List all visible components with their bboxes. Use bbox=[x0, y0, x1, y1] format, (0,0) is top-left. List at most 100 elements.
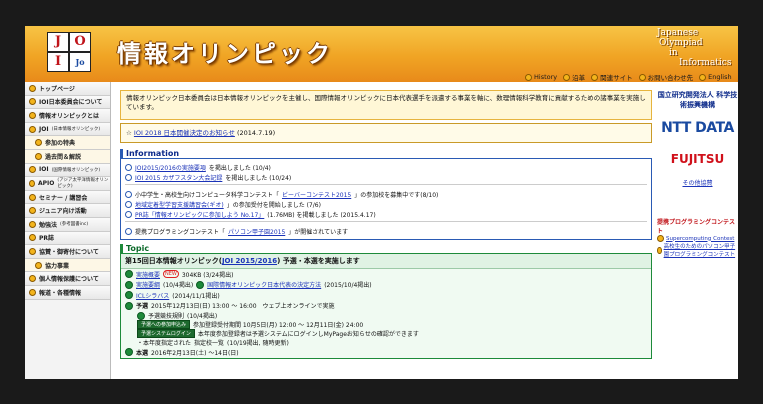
topic-text: 2016年2月13日(土) ～14日(日) bbox=[151, 349, 239, 357]
info-link[interactable]: JOI2015/2016の実施要項 bbox=[135, 163, 206, 172]
sidebar-item-ioi[interactable]: IOI (国際情報オリンピック) bbox=[25, 163, 110, 178]
new-badge: NEW bbox=[163, 270, 179, 279]
sidebar-item-label: 過去問＆解説 bbox=[45, 153, 82, 161]
sidebar-item-study[interactable]: 勉強法 (参考図書inc) bbox=[25, 217, 110, 232]
login-button[interactable]: 予選システムログイン bbox=[137, 329, 195, 338]
bullet-icon bbox=[29, 166, 36, 174]
sidebar-item-apio[interactable]: APIO (アジア太平洋情報オリンピック) bbox=[25, 177, 110, 191]
nav-contact[interactable]: お問い合わせ先 bbox=[638, 72, 694, 82]
sidebar-item-note: (アジア太平洋情報オリンピック) bbox=[57, 178, 109, 190]
sidebar-item-label: 報道・各種情報 bbox=[39, 289, 82, 297]
info-text: 」の参加校を募集中です(8/10) bbox=[354, 191, 439, 199]
info-link[interactable]: パソコン甲子園2015 bbox=[228, 227, 285, 236]
browser-page: J O I Jo 情報オリンピック Japanese Olympiad in I… bbox=[25, 26, 738, 379]
sidebar-item-pr[interactable]: PR誌 bbox=[25, 231, 110, 246]
topic-subitem: ・本年度指定された 指定校一覧 (10/19掲出, 随時更新) bbox=[121, 338, 651, 347]
nav-enkaku[interactable]: 沿革 bbox=[563, 72, 585, 82]
topic-label: 本選 bbox=[136, 349, 149, 357]
intro-text: 情報オリンピック日本委員会は日本情報オリンピックを主催し、国際情報オリンピックに… bbox=[120, 90, 652, 120]
sidebar-item-label: JOI bbox=[39, 125, 49, 133]
bullet-icon bbox=[196, 280, 205, 289]
sidebar-item-benefits[interactable]: 参加の特典 bbox=[25, 136, 110, 150]
sponsor-label: 国立研究開発法人 科学技術振興機構 bbox=[657, 91, 738, 109]
info-link[interactable]: 地域定着型学習支援講習会(ギオ) bbox=[135, 200, 224, 209]
topic-link[interactable]: 実施要綱 bbox=[136, 280, 160, 289]
partner-contest-link[interactable]: Supercomputing Contest bbox=[657, 235, 738, 242]
joi-logo[interactable]: J O I Jo bbox=[47, 32, 99, 76]
logo-letter-i: I bbox=[47, 52, 69, 72]
sidebar-item-note: (参考図書inc) bbox=[60, 222, 89, 228]
sidebar-item-joi[interactable]: JOI (日本情報オリンピック) bbox=[25, 122, 110, 137]
bullet-icon bbox=[29, 179, 35, 187]
topic-label: 予選 bbox=[136, 303, 149, 311]
nav-label: お問い合わせ先 bbox=[647, 74, 694, 82]
sponsor-ntt-data[interactable]: NTT DATA bbox=[657, 120, 738, 136]
topic-text: (10/19掲出, 随時更新) bbox=[227, 340, 289, 347]
bullet-icon bbox=[125, 280, 133, 289]
sponsor-column: 国立研究開発法人 科学技術振興機構 NTT DATA FUJITSU その他協賛… bbox=[657, 90, 738, 258]
topic-text: (2014/11/1掲出) bbox=[172, 292, 220, 300]
news-date: (2014.7.19) bbox=[236, 129, 276, 137]
info-link[interactable]: PR誌「情報オリンピックに参加しよう No.17」 bbox=[135, 210, 264, 219]
topic-text: ・本年度指定された bbox=[137, 340, 192, 347]
info-text: 」が開催されています bbox=[288, 228, 349, 236]
sidebar-item-cooperation[interactable]: 協力事業 bbox=[25, 258, 110, 273]
en-title-line: Japanese bbox=[657, 28, 699, 38]
sponsor-jst[interactable]: 国立研究開発法人 科学技術振興機構 bbox=[657, 90, 738, 110]
sidebar-item-what-is[interactable]: 情報オリンピックとは bbox=[25, 109, 110, 123]
headline-text: ) 予選・本選を実施します bbox=[277, 257, 360, 265]
site-title: 情報オリンピック bbox=[117, 40, 333, 68]
info-link[interactable]: ビーバーコンテスト2015 bbox=[282, 190, 351, 199]
topic-headline: 第15回日本情報オリンピック(JOI 2015/2016) 予選・本選を実施しま… bbox=[121, 254, 651, 269]
partner-contest-link[interactable]: 高校生のためのパソコン甲子園プログラミングコンテスト bbox=[657, 242, 738, 258]
topic-text: (10/4掲出) bbox=[163, 282, 194, 290]
sidebar-item-label: セミナー / 講習会 bbox=[39, 194, 88, 202]
info-item: 提携プログラミングコンテスト「 パソコン甲子園2015 」が開催されています bbox=[125, 226, 647, 236]
bullet-icon bbox=[563, 73, 571, 81]
info-text: (1.76MB) を掲載しました (2015.4.17) bbox=[267, 211, 376, 219]
sponsor-fujitsu[interactable]: FUJITSU bbox=[657, 152, 738, 166]
topic-link[interactable]: 実施概要 bbox=[136, 270, 160, 279]
sidebar-item-press[interactable]: 報道・各種情報 bbox=[25, 285, 110, 300]
topic-text: 2015年12月13日(日) 13:00 ～ 16:00 ウェブ上オンラインで実… bbox=[151, 303, 335, 311]
news-link[interactable]: IOI 2018 日本開催決定のお知らせ bbox=[134, 129, 235, 137]
topic-subitem: 予選システムログイン 本年度参加登録者は予選システムにログインしMyPageお知ら… bbox=[121, 329, 651, 338]
topic-link[interactable]: 指定校一覧 bbox=[194, 338, 224, 347]
bullet-icon bbox=[29, 234, 36, 242]
headline-text: 第15回日本情報オリンピック( bbox=[125, 257, 222, 265]
bullet-icon bbox=[29, 207, 36, 215]
bullet-icon bbox=[29, 288, 36, 296]
sidebar-item-privacy[interactable]: 個人情報保護について bbox=[25, 272, 110, 286]
topic-link[interactable]: 国際情報オリンピック日本代表の決定方法 bbox=[207, 280, 321, 289]
bullet-icon bbox=[35, 261, 42, 269]
topic-subitem: 予選への参加申込み 参加登録受付期間 10月5日(月) 12:00 ～ 12月11… bbox=[121, 320, 651, 329]
sidebar-item-seminar[interactable]: セミナー / 講習会 bbox=[25, 190, 110, 205]
sidebar-item-label: 参加の特典 bbox=[45, 140, 76, 148]
other-sponsors-link[interactable]: その他協賛 bbox=[657, 178, 738, 187]
nav-english[interactable]: English bbox=[699, 72, 732, 82]
logo-letter-o: O bbox=[69, 32, 91, 52]
sidebar-item-past-problems[interactable]: 過去問＆解説 bbox=[25, 149, 110, 164]
topic-link[interactable]: ICLシラバス bbox=[136, 291, 169, 300]
sidebar-item-junior[interactable]: ジュニア向け活動 bbox=[25, 204, 110, 218]
topic-link[interactable]: 予選競技規則 bbox=[148, 311, 184, 320]
nav-label: English bbox=[708, 73, 732, 81]
nav-history[interactable]: History bbox=[525, 72, 557, 82]
bullet-icon bbox=[125, 291, 133, 300]
topic-text: 参加登録受付期間 10月5日(月) 12:00 ～ 12月11日(金) 24:0… bbox=[193, 322, 364, 329]
information-heading: Information bbox=[120, 149, 652, 159]
headline-link[interactable]: JOI 2015/2016 bbox=[222, 257, 277, 265]
bullet-icon bbox=[591, 73, 599, 81]
info-link[interactable]: IOI 2015 カザフスタン大会記録 bbox=[135, 173, 222, 182]
nav-related-sites[interactable]: 関連サイト bbox=[591, 72, 633, 82]
register-button[interactable]: 予選への参加申込み bbox=[137, 320, 191, 329]
nav-label: History bbox=[534, 73, 558, 81]
topic-heading: Topic bbox=[120, 244, 652, 253]
main-content: 情報オリンピック日本委員会は日本情報オリンピックを主催し、国際情報オリンピックに… bbox=[120, 90, 652, 359]
sidebar-item-about[interactable]: IOI日本委員会について bbox=[25, 95, 110, 110]
sidebar-item-top[interactable]: トップページ bbox=[25, 82, 110, 96]
sidebar-item-label: 勉強法 bbox=[39, 221, 58, 229]
sidebar-item-sponsor[interactable]: 協賛・御寄付について bbox=[25, 245, 110, 259]
bullet-icon bbox=[29, 125, 36, 133]
sidebar-item-label: 個人情報保護について bbox=[39, 276, 99, 284]
